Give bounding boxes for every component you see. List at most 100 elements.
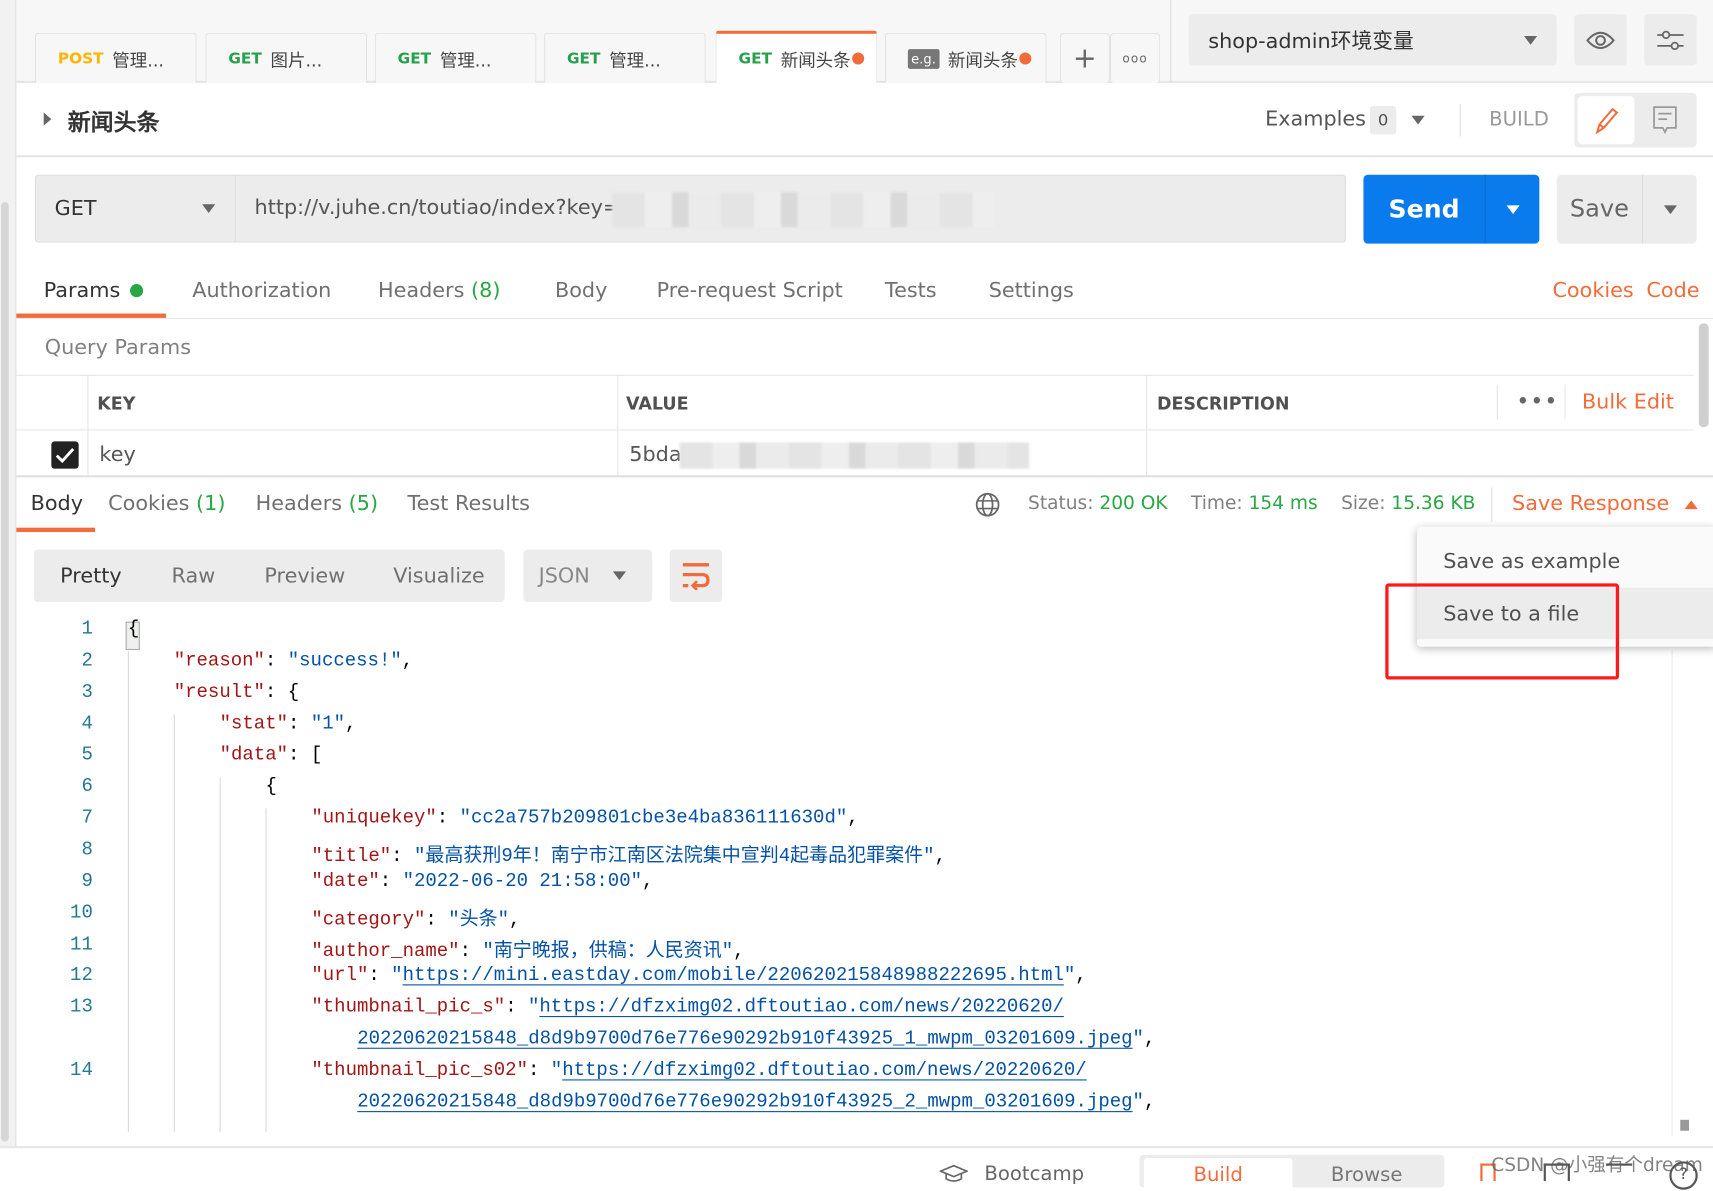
view-raw[interactable]: Raw [172,564,216,588]
line-number: 1 [81,619,93,641]
json-link[interactable]: https://mini.eastday.com/mobile/22062021… [403,966,1064,987]
more-tabs-button[interactable]: ooo [1109,32,1161,84]
json-link[interactable]: https://dfzximg02.dftoutiao.com/news/202… [539,998,1063,1019]
browse-mode-button[interactable]: Browse [1296,1164,1438,1187]
url-input[interactable]: http://v.juhe.cn/toutiao/index?key=5 [255,196,634,220]
response-meta: Status: 200 OK Time: 154 ms Size: 15.36 … [1028,493,1475,515]
bootcamp-link[interactable]: Bootcamp [984,1162,1084,1185]
request-name[interactable]: 新闻头条 [68,105,160,138]
examples-dropdown-icon[interactable] [1411,115,1425,125]
json-string: " [1132,1029,1144,1051]
response-tab-headers[interactable]: Headers (5) [256,492,378,516]
build-mode-button[interactable]: Build [1143,1158,1293,1191]
globe-icon[interactable] [975,492,1001,518]
tab-label: 管理... [609,49,661,71]
cookies-link[interactable]: Cookies [1552,279,1633,303]
line-number: 6 [81,777,93,798]
request-tab[interactable]: GET 新闻头条 [715,30,878,84]
code-line: 20220620215848_d8d9b9700d76e776e90292b91… [357,1092,1155,1113]
tab-authorization[interactable]: Authorization [192,279,331,303]
param-value[interactable]: 5bda [629,442,681,466]
code-line: "thumbnail_pic_s02": "https://dfzximg02.… [311,1061,1086,1082]
request-tab[interactable]: GET 管理... [374,32,537,84]
edit-mode-button[interactable] [1577,96,1635,145]
json-string: " [550,1060,563,1082]
response-tab-cookies[interactable]: Cookies (1) [108,492,225,516]
response-tab-body[interactable]: Body [31,492,83,516]
json-key: "data" [219,745,289,767]
response-tab-test-results[interactable]: Test Results [408,492,530,516]
param-key[interactable]: key [99,442,135,466]
method-value: GET [54,196,97,221]
json-key: "category" [311,909,426,931]
json-link[interactable]: https://dfzximg02.dftoutiao.com/news/202… [562,1061,1086,1082]
save-button[interactable]: Save [1557,174,1644,244]
method-badge: GET [567,49,601,68]
manage-environments-button[interactable] [1644,14,1697,66]
json-key: "url" [311,966,369,988]
time-value[interactable]: 154 ms [1249,493,1318,515]
bulk-edit-link[interactable]: Bulk Edit [1582,390,1674,414]
pane-divider[interactable] [16,475,1713,478]
divider [16,155,1713,158]
save-options-button[interactable] [1644,175,1696,244]
format-select[interactable]: JSON [523,549,653,602]
code-line: "category": "头条", [311,903,520,931]
json-link[interactable]: 20220620215848_d8d9b9700d76e776e90292b91… [357,1092,1132,1113]
method-select[interactable]: GET [35,174,236,243]
status-value[interactable]: 200 OK [1099,493,1167,515]
request-scrollbar[interactable] [1698,323,1709,428]
json-punct: , [934,846,946,868]
tab-settings[interactable]: Settings [989,279,1074,303]
chevron-down-icon [612,571,627,581]
examples-label[interactable]: Examples [1265,107,1366,131]
tab-label: Headers [378,278,465,303]
new-tab-button[interactable]: + [1059,32,1110,84]
code-link[interactable]: Code [1646,279,1699,303]
chevron-down-icon [202,204,216,214]
editor-scrollbar[interactable] [1680,1119,1690,1131]
request-tab[interactable]: e.g. 新闻头条 [884,32,1047,84]
view-pretty[interactable]: Pretty [60,564,122,588]
json-string: "头条" [448,909,510,931]
environment-select[interactable]: shop-admin环境变量 [1188,14,1557,66]
json-punct: : [368,966,392,988]
param-checkbox[interactable] [51,441,79,469]
request-tab[interactable]: POST 管理... [34,32,197,84]
active-tab-indicator [16,527,96,533]
tab-label: 新闻头条 [947,49,1018,71]
json-punct: , [733,941,745,963]
view-visualize[interactable]: Visualize [393,564,484,588]
tab-headers[interactable]: Headers (8) [378,279,500,303]
tab-params[interactable]: Params [44,279,144,303]
tab-label: 新闻头条 [780,49,851,71]
json-key: "stat" [219,714,289,735]
headers-count: (5) [348,491,379,516]
indent-guide [265,808,267,1132]
json-punct: : [ [288,745,323,767]
size-value[interactable]: 15.36 KB [1391,493,1475,515]
code-line: "reason": "success!", [174,651,413,672]
menu-item-save-as-example[interactable]: Save as example [1417,535,1713,586]
request-tab[interactable]: GET 管理... [544,32,706,84]
expand-arrow-icon[interactable] [43,112,52,126]
line-number: 3 [81,682,93,704]
save-response-button[interactable]: Save Response [1512,492,1698,516]
tab-label: 管理... [112,49,164,71]
code-line: "thumbnail_pic_s": "https://dfzximg02.df… [311,998,1064,1019]
more-options-icon[interactable]: ••• [1516,388,1558,414]
send-options-button[interactable] [1487,175,1539,244]
left-scrollbar[interactable] [1,202,9,1142]
tab-pre-request-script[interactable]: Pre-request Script [657,279,843,303]
send-button[interactable]: Send [1363,174,1486,244]
json-key: "thumbnail_pic_s02" [311,1060,529,1082]
view-preview[interactable]: Preview [264,564,345,588]
documentation-button[interactable] [1638,96,1693,144]
json-link[interactable]: 20220620215848_d8d9b9700d76e776e90292b91… [357,1029,1132,1050]
wrap-lines-button[interactable] [669,549,723,602]
method-badge: GET [397,49,432,68]
tab-body[interactable]: Body [555,279,607,303]
request-tab[interactable]: GET 图片... [205,32,368,84]
environment-quick-look-button[interactable] [1574,14,1627,66]
tab-tests[interactable]: Tests [885,279,937,303]
